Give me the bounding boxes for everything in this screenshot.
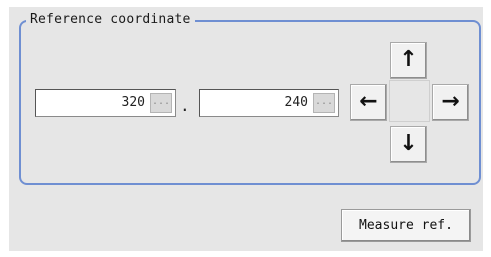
arrow-up-button[interactable]: ↑ xyxy=(390,42,427,79)
y-coordinate-field[interactable]: 240 ... xyxy=(199,89,339,117)
arrow-right-button[interactable]: → xyxy=(432,84,469,121)
arrow-down-button[interactable]: ↓ xyxy=(390,126,427,163)
arrow-pad-center xyxy=(389,80,430,122)
group-title: Reference coordinate xyxy=(26,12,195,27)
y-coordinate-value: 240 xyxy=(284,95,308,110)
arrow-left-button[interactable]: ← xyxy=(350,84,387,121)
x-coordinate-browse-button[interactable]: ... xyxy=(150,93,172,113)
measure-ref-button[interactable]: Measure ref. xyxy=(341,209,471,242)
x-coordinate-value: 320 xyxy=(121,95,145,110)
coordinate-separator: . xyxy=(180,96,190,115)
y-coordinate-browse-button[interactable]: ... xyxy=(313,93,335,113)
x-coordinate-field[interactable]: 320 ... xyxy=(35,89,176,117)
